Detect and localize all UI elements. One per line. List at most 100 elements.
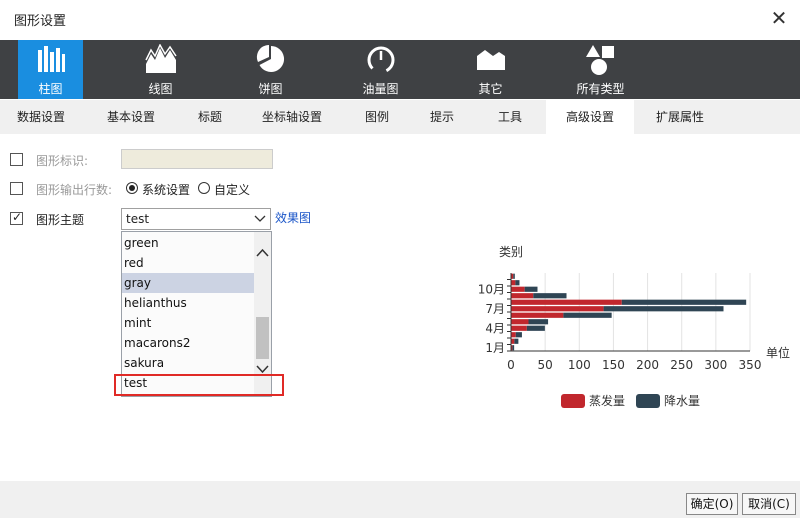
highlight-annotation-box [114,374,284,396]
theme-select-value: test [126,212,150,226]
bar-series2 [621,299,747,305]
chart-bars [511,273,747,351]
dropdown-scrollbar[interactable] [254,232,271,396]
chart-legend: 蒸发量 降水量 [561,393,700,408]
tab-tooltip[interactable]: 提示 [418,100,466,134]
chart-type-label: 油量图 [362,82,399,96]
chart-type-line-item[interactable]: 线图 [128,40,193,99]
theme-preview-chart: 类别 单位 0 50 100 150 200 250 300 350 1月 4月 7月 10月 蒸发量… [478,245,790,408]
tab-title[interactable]: 标题 [180,100,240,134]
chart-axes [507,273,750,352]
x-tick-label: 300 [704,358,727,372]
radio-system-label: 系统设置 [142,183,191,197]
cancel-button[interactable]: 取消(C) [742,493,796,515]
line-chart-icon [144,44,177,73]
bar-series1 [511,332,516,338]
theme-select[interactable]: test [121,208,271,230]
theme-dropdown-list: green red gray helianthus mint macarons2… [121,231,272,397]
legend-swatch [561,394,585,408]
bar-series1 [511,286,525,292]
bar-series1 [511,280,516,286]
bar-series2 [524,286,538,292]
bar-series2 [514,338,519,344]
bar-series2 [515,280,520,286]
preview-link[interactable]: 效果图 [275,209,311,226]
legend-label: 降水量 [664,394,700,408]
bar-series2 [533,293,567,299]
x-tick-label: 50 [538,358,553,372]
x-tick-label: 0 [507,358,515,372]
radio-custom-label: 自定义 [214,183,251,197]
dropdown-option[interactable]: green [122,233,255,253]
dropdown-option[interactable]: helianthus [122,293,255,313]
chart-type-other-item[interactable]: 其它 [458,40,523,99]
dropdown-option[interactable]: sakura [122,353,255,373]
gauge-icon [367,46,394,74]
bar-series2 [515,332,522,338]
chart-type-bar-item[interactable]: 柱图 [18,40,83,99]
bar-series2 [563,312,612,318]
bar-series1 [511,319,529,325]
chevron-down-icon[interactable] [256,364,269,374]
bar-series2 [512,345,515,351]
chart-type-bar: 柱图 线图 饼图 油量图 其它 所有类型 [0,40,800,99]
dropdown-option[interactable]: macarons2 [122,333,255,353]
chart-type-label: 柱图 [38,82,63,96]
theme-label: 图形主题 [36,213,85,227]
tab-basic-settings[interactable]: 基本设置 [90,100,172,134]
y-tick-label: 10月 [478,282,505,296]
bar-series1 [511,299,622,305]
radio-system-setting[interactable] [126,182,138,194]
dropdown-option[interactable]: red [122,253,255,273]
dropdown-option[interactable]: mint [122,313,255,333]
chart-id-input[interactable] [121,149,273,169]
bar-series1 [511,293,534,299]
bar-series1 [511,325,527,331]
ok-button[interactable]: 确定(O) [686,493,738,515]
bar-series2 [603,306,724,312]
pie-chart-icon [256,44,284,72]
bar-series2 [513,273,515,279]
scrollbar-thumb[interactable] [256,317,269,359]
tab-advanced-settings[interactable]: 高级设置 [546,100,634,134]
tab-axis-settings[interactable]: 坐标轴设置 [250,100,334,134]
close-icon[interactable]: ✕ [768,7,790,29]
x-tick-label: 350 [739,358,762,372]
theme-checkbox[interactable] [10,210,23,225]
area-chart-icon [476,50,505,70]
tab-legend[interactable]: 图例 [350,100,404,134]
y-axis-label: 类别 [499,245,523,259]
bar-series2 [528,319,549,325]
x-tick-label: 100 [568,358,591,372]
y-tick-label: 4月 [485,321,505,335]
bar-series1 [511,338,515,344]
chart-type-all-item[interactable]: 所有类型 [568,40,633,99]
output-rows-checkbox[interactable] [10,182,23,195]
chart-id-checkbox[interactable] [10,153,23,166]
chart-type-label: 所有类型 [576,82,625,96]
chart-type-pie-item[interactable]: 饼图 [238,40,303,99]
shapes-icon [585,45,614,75]
chart-type-label: 其它 [478,82,503,96]
chart-id-label: 图形标识: [36,154,89,168]
chart-type-label: 饼图 [258,82,283,96]
radio-custom[interactable] [198,182,210,194]
tab-tools[interactable]: 工具 [484,100,536,134]
chart-type-gauge-item[interactable]: 油量图 [348,40,413,99]
y-tick-label: 1月 [485,341,505,355]
chevron-up-icon[interactable] [256,248,269,258]
dialog-footer [0,481,800,518]
y-tick-label: 7月 [485,302,505,316]
chart-type-label: 线图 [148,82,173,96]
dropdown-option-highlighted[interactable]: gray [122,273,255,293]
bar-series1 [511,312,564,318]
bar-series2 [526,325,545,331]
tab-data-settings[interactable]: 数据设置 [0,100,82,134]
tab-extended-properties[interactable]: 扩展属性 [644,100,716,134]
x-tick-label: 150 [602,358,625,372]
dialog-title: 图形设置 [14,14,67,29]
x-axis-label: 单位 [766,345,790,360]
x-tick-label: 200 [636,358,659,372]
chevron-down-icon [254,215,266,222]
dialog-titlebar: 图形设置 ✕ [0,0,800,38]
